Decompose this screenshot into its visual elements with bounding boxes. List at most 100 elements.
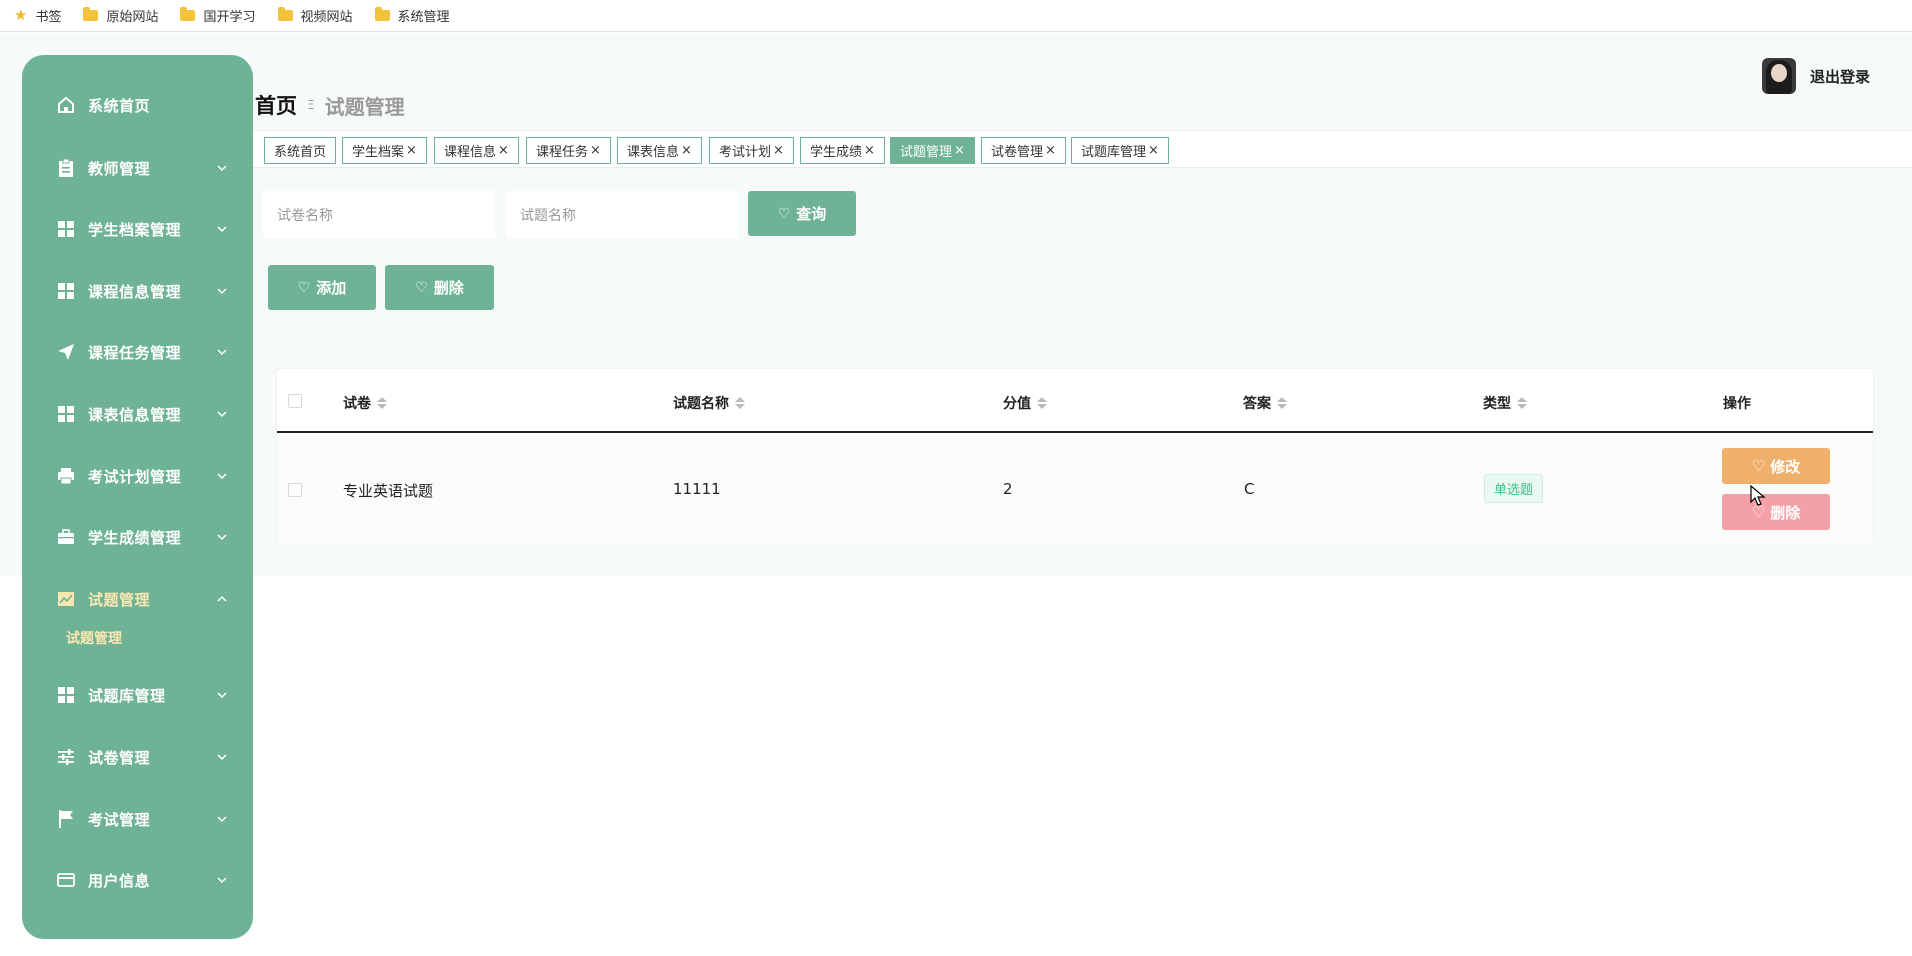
sidebar-item-user-info[interactable]: 用户信息 (22, 860, 253, 900)
heart-icon: ♡ (415, 279, 428, 296)
sidebar-item-label: 课程信息管理 (88, 282, 182, 301)
header-answer[interactable]: 答案 (1243, 393, 1287, 413)
chevron-down-icon (217, 816, 227, 823)
add-label: 添加 (316, 279, 347, 297)
sidebar: 系统首页 教师管理 学生档案管理 课程信息管理 课程任务管理 课表信息管理 考试… (22, 55, 253, 939)
header-paper[interactable]: 试卷 (343, 393, 387, 413)
bookmark-star[interactable]: ★ 书签 (14, 6, 61, 26)
sidebar-item-question-bank[interactable]: 试题库管理 (22, 675, 253, 715)
cell-paper: 专业英语试题 (343, 482, 434, 500)
header-actions: 操作 (1723, 393, 1751, 413)
sidebar-item-teachers[interactable]: 教师管理 (22, 148, 253, 188)
select-all-checkbox[interactable] (288, 394, 302, 408)
clipboard-icon (56, 158, 76, 178)
sidebar-item-label: 试题库管理 (88, 686, 166, 705)
sidebar-item-exams[interactable]: 考试管理 (22, 799, 253, 839)
grid-icon (56, 281, 76, 301)
question-name-input[interactable]: 试题名称 (506, 191, 738, 238)
folder-icon (277, 7, 293, 21)
sidebar-item-course-info[interactable]: 课程信息管理 (22, 271, 253, 311)
type-badge: 单选题 (1484, 474, 1544, 503)
sort-icon[interactable] (1277, 397, 1287, 409)
close-icon[interactable]: × (406, 143, 417, 158)
sidebar-item-grades[interactable]: 学生成绩管理 (22, 517, 253, 557)
sidebar-item-label: 考试管理 (88, 810, 151, 829)
mouse-cursor-icon (1750, 485, 1766, 506)
cell-score: 2 (1003, 480, 1013, 498)
close-icon[interactable]: × (590, 143, 601, 158)
tab-student-files[interactable]: 学生档案 × (342, 137, 427, 164)
batch-delete-button[interactable]: ♡ 删除 (385, 265, 494, 310)
folder-icon (374, 7, 390, 21)
sidebar-item-home[interactable]: 系统首页 (22, 85, 253, 125)
tab-course-tasks[interactable]: 课程任务 × (526, 137, 611, 164)
close-icon[interactable]: × (1045, 143, 1056, 158)
tab-question-bank[interactable]: 试题库管理 × (1071, 137, 1169, 164)
grid-icon (56, 685, 76, 705)
chart-icon (56, 589, 76, 609)
breadcrumb-separator: Ξ (307, 98, 315, 112)
tab-papers[interactable]: 试卷管理 × (981, 137, 1066, 164)
submenu-item-questions[interactable]: 试题管理 (66, 628, 122, 648)
edit-label: 修改 (1770, 457, 1801, 476)
sidebar-item-label: 试题管理 (88, 590, 151, 609)
query-button[interactable]: ♡ 查询 (748, 191, 856, 236)
bookmark-folder-2[interactable]: 国开学习 (180, 6, 256, 25)
sidebar-item-questions[interactable]: 试题管理 (22, 579, 253, 619)
tabs-bar: 系统首页 学生档案 × 课程信息 × 课程任务 × 课表信息 × 考试计划 × 学生成绩 ×… (253, 130, 1912, 168)
sidebar-item-papers[interactable]: 试卷管理 (22, 737, 253, 777)
tab-home[interactable]: 系统首页 (264, 137, 337, 164)
tab-label: 课程任务 (536, 145, 589, 160)
chevron-down-icon (217, 226, 227, 233)
close-icon[interactable]: × (1148, 143, 1159, 158)
tab-grades[interactable]: 学生成绩 × (800, 137, 885, 164)
bookmark-folder-1[interactable]: 原始网站 (83, 6, 158, 25)
close-icon[interactable]: × (681, 143, 692, 158)
logout-button[interactable]: 退出登录 (1810, 66, 1870, 87)
chevron-down-icon (217, 473, 227, 480)
paper-plane-icon (56, 342, 76, 362)
sidebar-item-student-files[interactable]: 学生档案管理 (22, 209, 253, 249)
close-icon[interactable]: × (954, 143, 965, 158)
sidebar-item-exam-plan[interactable]: 考试计划管理 (22, 456, 253, 496)
tab-label: 试题管理 (900, 145, 953, 160)
tab-label: 学生档案 (352, 145, 405, 160)
sort-icon[interactable] (1517, 397, 1527, 409)
tab-exam-plan[interactable]: 考试计划 × (709, 137, 794, 164)
bookmark-label: 视频网站 (300, 10, 353, 25)
card-icon (56, 870, 76, 890)
paper-name-input[interactable]: 试卷名称 (263, 191, 495, 238)
tab-label: 学生成绩 (810, 145, 863, 160)
header-score[interactable]: 分值 (1003, 393, 1047, 413)
sidebar-item-course-tasks[interactable]: 课程任务管理 (22, 332, 253, 372)
tab-questions[interactable]: 试题管理 × (890, 137, 975, 164)
sort-icon[interactable] (735, 397, 745, 409)
row-checkbox[interactable] (288, 483, 302, 497)
header-question-name[interactable]: 试题名称 (673, 393, 745, 413)
sort-icon[interactable] (377, 397, 387, 409)
query-label: 查询 (796, 205, 827, 223)
home-icon (56, 95, 76, 115)
add-button[interactable]: ♡ 添加 (268, 265, 376, 310)
breadcrumb: 首页 Ξ 试题管理 (255, 90, 405, 120)
sort-icon[interactable] (1037, 397, 1047, 409)
tab-timetable[interactable]: 课表信息 × (617, 137, 702, 164)
sidebar-item-label: 学生成绩管理 (88, 528, 182, 547)
sidebar-item-timetable[interactable]: 课表信息管理 (22, 394, 253, 434)
close-icon[interactable]: × (498, 143, 509, 158)
tab-course-info[interactable]: 课程信息 × (434, 137, 519, 164)
breadcrumb-home[interactable]: 首页 (255, 90, 297, 120)
header-label: 试题名称 (673, 396, 729, 412)
close-icon[interactable]: × (773, 143, 784, 158)
sidebar-item-label: 学生档案管理 (88, 220, 182, 239)
edit-button[interactable]: ♡ 修改 (1722, 448, 1830, 484)
delete-button[interactable]: ♡ 删除 (1722, 494, 1830, 530)
avatar[interactable] (1762, 58, 1796, 94)
bookmark-folder-4[interactable]: 系统管理 (374, 6, 450, 25)
delete-label: 删除 (1770, 503, 1801, 522)
sliders-icon (56, 747, 76, 767)
bookmark-folder-3[interactable]: 视频网站 (277, 6, 353, 25)
sidebar-item-label: 系统首页 (88, 96, 151, 115)
close-icon[interactable]: × (864, 143, 875, 158)
header-type[interactable]: 类型 (1483, 393, 1527, 413)
